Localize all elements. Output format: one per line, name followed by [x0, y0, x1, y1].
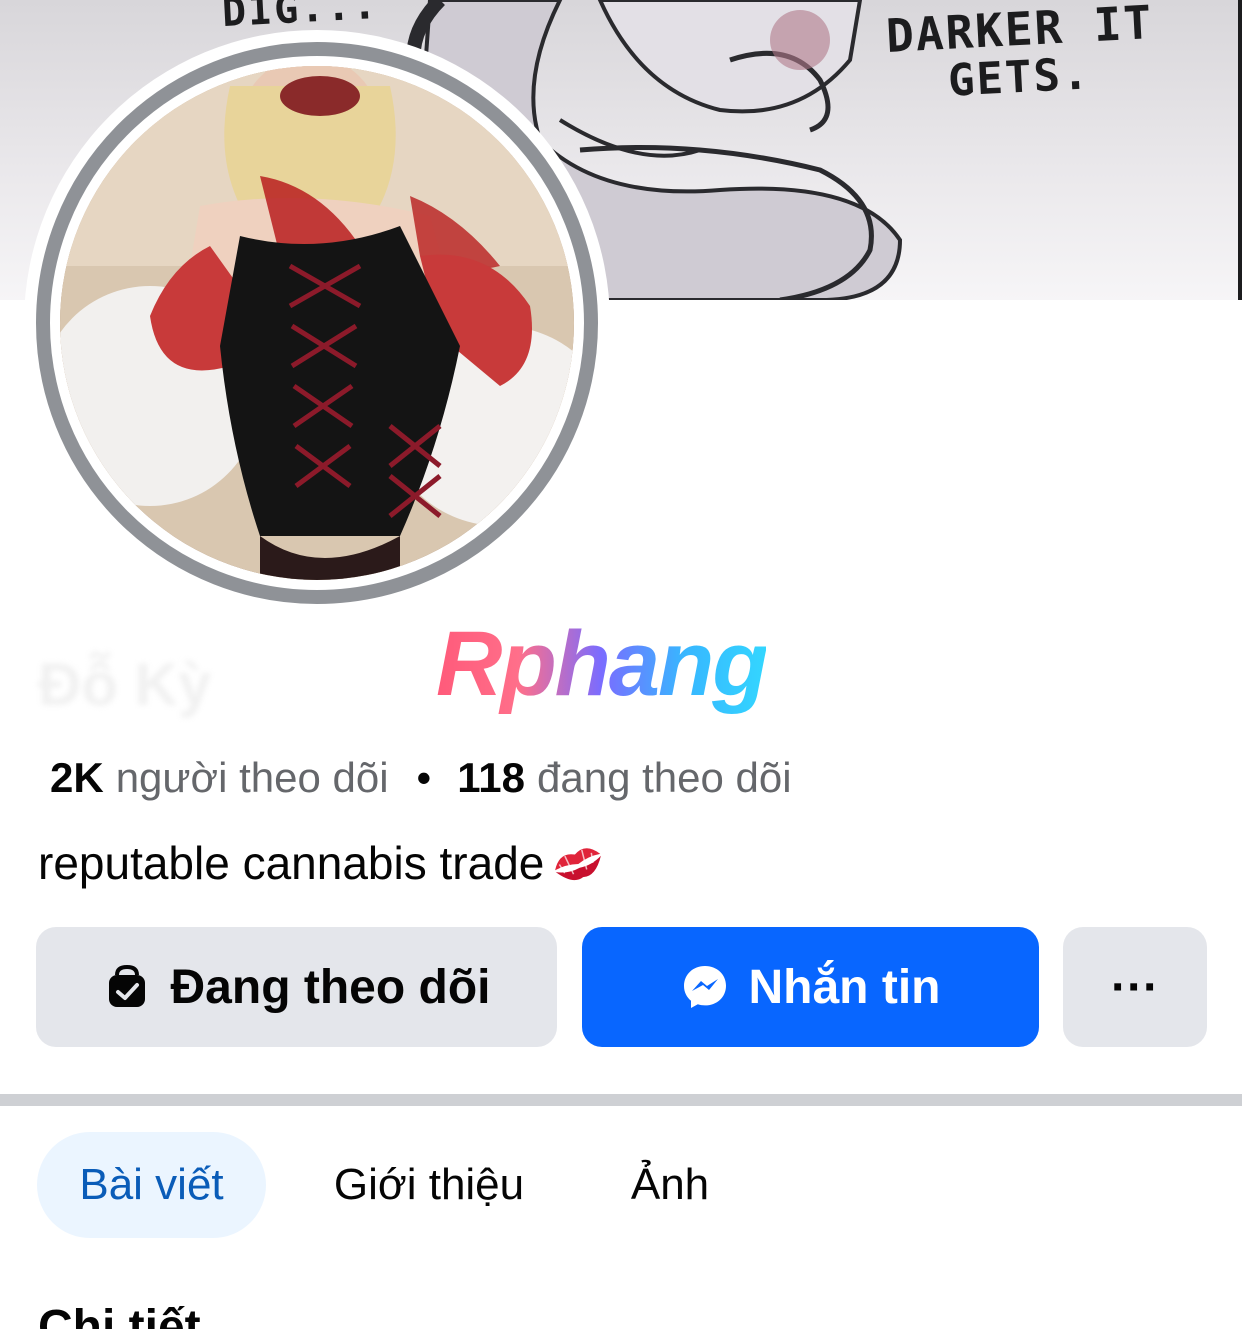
more-options-icon: ··· [1111, 960, 1159, 1014]
cover-text-right-line2: GETS. [946, 48, 1092, 107]
followers-count[interactable]: 2K [50, 754, 104, 802]
message-button-label: Nhắn tin [748, 960, 941, 1014]
tab-photos[interactable]: Ảnh [600, 1132, 740, 1238]
stats-separator: • [416, 754, 432, 801]
following-button-label: Đang theo dõi [170, 960, 491, 1014]
follow-stats: 2K người theo dõi • 118 đang theo dõi [50, 754, 792, 802]
following-label[interactable]: đang theo dõi [537, 754, 792, 802]
details-heading: Chi tiết [38, 1301, 201, 1329]
section-divider [0, 1094, 1242, 1106]
message-button[interactable]: Nhắn tin [582, 927, 1039, 1047]
avatar[interactable] [60, 66, 574, 580]
following-check-icon [103, 963, 151, 1011]
avatar-image [60, 66, 574, 580]
tab-about[interactable]: Giới thiệu [300, 1132, 558, 1238]
bio-text: reputable cannabis trade [38, 837, 545, 889]
tab-posts[interactable]: Bài viết [37, 1132, 266, 1238]
more-options-button[interactable]: ··· [1063, 927, 1207, 1047]
followers-label[interactable]: người theo dõi [116, 754, 389, 802]
profile-bio: reputable cannabis trade [38, 836, 606, 890]
kiss-mark-icon [550, 838, 606, 888]
following-count[interactable]: 118 [457, 754, 525, 802]
messenger-icon [681, 963, 729, 1011]
watermark-logo: Rphang [436, 613, 768, 715]
profile-page: DIG... DARKER IT GETS. Đỗ Kỳ Rphang 2K n… [0, 0, 1242, 1329]
profile-name: Đỗ Kỳ [38, 651, 212, 718]
following-button[interactable]: Đang theo dõi [36, 927, 557, 1047]
